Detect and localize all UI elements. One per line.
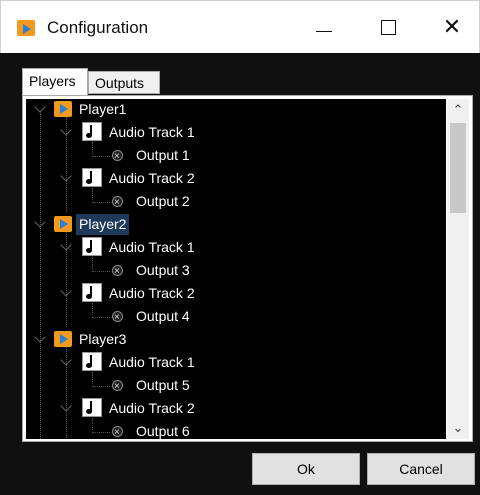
audio-track-label: Audio Track 1 (109, 124, 195, 140)
tree-item-audio-track[interactable]: Audio Track 1 (82, 122, 198, 143)
minimize-button[interactable] (301, 1, 347, 53)
tree-connector (92, 303, 94, 315)
tree-item-output[interactable]: Output 2 (112, 191, 193, 213)
output-icon (112, 146, 123, 167)
tree-connector (92, 156, 110, 158)
audio-track-icon (82, 237, 102, 256)
close-icon: ✕ (442, 14, 462, 39)
audio-track-label: Audio Track 2 (109, 170, 195, 186)
tree-connector (66, 347, 68, 439)
audio-track-icon (82, 398, 102, 417)
scroll-up-arrow-icon[interactable]: ⌃ (447, 99, 469, 121)
output-icon (112, 422, 123, 439)
app-icon (17, 20, 35, 36)
tree-connector (92, 142, 94, 154)
tree-connector (92, 257, 94, 269)
scroll-down-arrow-icon[interactable]: ⌄ (447, 417, 469, 439)
tree-item-output[interactable]: Output 3 (112, 260, 193, 282)
output-label: Output 3 (136, 262, 190, 278)
scroll-thumb[interactable] (450, 123, 466, 213)
minimize-icon (316, 30, 332, 32)
vertical-scrollbar[interactable]: ⌃ ⌄ (447, 99, 469, 439)
tree-item-output[interactable]: Output 6 (112, 421, 193, 439)
player-label: Player1 (79, 101, 127, 117)
tree-connector (92, 188, 94, 200)
tree-connector (92, 432, 110, 434)
maximize-icon (380, 19, 396, 35)
output-icon (112, 261, 123, 282)
tab-panel: Player1 Audio Track 1 Output 1 Audio Track … (22, 95, 473, 442)
expand-chevron-icon[interactable] (34, 101, 46, 113)
output-label: Output 1 (136, 147, 190, 163)
dialog-content: Players Outputs Player1 Audio Track 1 Outp… (8, 62, 474, 446)
tree-item-audio-track[interactable]: Audio Track 1 (82, 237, 198, 258)
player-label: Player3 (79, 331, 127, 347)
close-button[interactable]: ✕ (429, 1, 475, 53)
tree-connector (66, 117, 68, 212)
tree-connector (92, 317, 110, 319)
tree-item-audio-track[interactable]: Audio Track 2 (82, 283, 198, 304)
output-icon (112, 307, 123, 328)
audio-track-label: Audio Track 2 (109, 285, 195, 301)
audio-track-icon (82, 352, 102, 371)
player-icon (54, 216, 72, 232)
output-icon (112, 376, 123, 397)
player-icon (54, 331, 72, 347)
tree-connector (92, 271, 110, 273)
maximize-button[interactable] (365, 1, 411, 53)
audio-track-icon (82, 122, 102, 141)
tree-connector (92, 202, 110, 204)
tree-item-output[interactable]: Output 1 (112, 145, 193, 167)
window-title: Configuration (47, 18, 149, 37)
audio-track-icon (82, 283, 102, 302)
ok-button[interactable]: Ok (252, 453, 360, 485)
audio-track-label: Audio Track 2 (109, 400, 195, 416)
title-bar: Configuration ✕ (0, 0, 480, 53)
tree-item-audio-track[interactable]: Audio Track 1 (82, 352, 198, 373)
tree-connector (92, 386, 110, 388)
cancel-button[interactable]: Cancel (367, 453, 475, 485)
output-label: Output 6 (136, 423, 190, 439)
output-icon (112, 192, 123, 213)
audio-track-icon (82, 168, 102, 187)
tree-connector (92, 418, 94, 430)
tree-item-output[interactable]: Output 4 (112, 306, 193, 328)
tree-item-output[interactable]: Output 5 (112, 375, 193, 397)
tree-item-audio-track[interactable]: Audio Track 2 (82, 398, 198, 419)
tab-outputs[interactable]: Outputs (88, 71, 160, 94)
output-label: Output 5 (136, 377, 190, 393)
tree-item-audio-track[interactable]: Audio Track 2 (82, 168, 198, 189)
tree-connector (40, 113, 42, 439)
player-icon (54, 101, 72, 117)
tab-players[interactable]: Players (22, 68, 88, 95)
player-tree[interactable]: Player1 Audio Track 1 Output 1 Audio Track … (26, 99, 446, 439)
player-label: Player2 (76, 214, 130, 235)
output-label: Output 4 (136, 308, 190, 324)
audio-track-label: Audio Track 1 (109, 239, 195, 255)
output-label: Output 2 (136, 193, 190, 209)
tree-connector (92, 372, 94, 384)
tree-connector (66, 232, 68, 327)
audio-track-label: Audio Track 1 (109, 354, 195, 370)
